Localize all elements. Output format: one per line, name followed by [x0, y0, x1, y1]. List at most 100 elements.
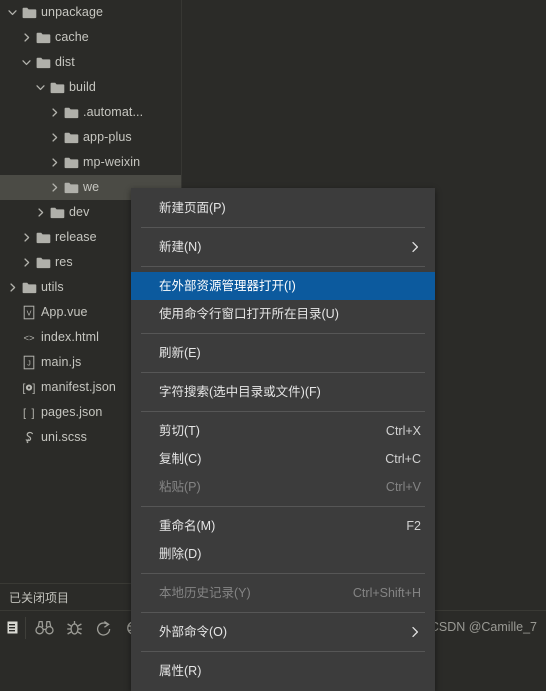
chevron-right-icon[interactable]	[48, 100, 61, 125]
js-file-icon: J	[19, 350, 39, 375]
menu-separator	[141, 411, 425, 412]
menu-item: 本地历史记录(Y) Ctrl+Shift+H	[131, 579, 435, 607]
folder-file-icon	[33, 250, 53, 275]
chevron-right-icon[interactable]	[48, 150, 61, 175]
menu-item-label: 属性(R)	[159, 664, 202, 678]
tree-item-label: uni.scss	[41, 430, 87, 444]
toolbar-divider	[25, 616, 26, 639]
menu-item[interactable]: 在外部资源管理器打开(I)	[131, 272, 435, 300]
tree-item-label: cache	[55, 30, 89, 44]
menu-separator	[141, 227, 425, 228]
chevron-right-icon[interactable]	[6, 275, 19, 300]
menu-separator	[141, 266, 425, 267]
tree-item-label: main.js	[41, 355, 82, 369]
json-file-icon: []	[19, 400, 39, 425]
menu-item-label: 新建页面(P)	[159, 201, 226, 215]
chevron-right-icon[interactable]	[20, 250, 33, 275]
menu-item-label: 使用命令行窗口打开所在目录(U)	[159, 307, 339, 321]
menu-separator	[141, 612, 425, 613]
folder-file-icon	[33, 25, 53, 50]
status-bar-label: 已关闭项目	[9, 590, 70, 605]
chevron-down-icon[interactable]	[6, 0, 19, 25]
tree-item-label: build	[69, 80, 96, 94]
panel-toggle-icon[interactable]	[1, 611, 23, 644]
tree-row[interactable]: unpackage	[0, 0, 181, 25]
menu-item[interactable]: 新建页面(P)	[131, 194, 435, 222]
chevron-right-icon	[409, 626, 421, 638]
svg-text:[: [	[23, 407, 26, 419]
svg-text:J: J	[27, 360, 31, 367]
scss-file-icon	[19, 425, 39, 450]
binoculars-icon[interactable]	[29, 611, 59, 644]
menu-item-label: 剪切(T)	[159, 424, 200, 438]
menu-item[interactable]: 使用命令行窗口打开所在目录(U)	[131, 300, 435, 328]
menu-item[interactable]: 重命名(M) F2	[131, 512, 435, 540]
menu-item-label: 新建(N)	[159, 240, 202, 254]
tree-item-label: mp-weixin	[83, 155, 141, 169]
tree-row[interactable]: build	[0, 75, 181, 100]
menu-item[interactable]: 复制(C) Ctrl+C	[131, 445, 435, 473]
chevron-down-icon[interactable]	[20, 50, 33, 75]
tree-item-label: manifest.json	[41, 380, 116, 394]
tree-item-label: unpackage	[41, 5, 104, 19]
tree-item-label: app-plus	[83, 130, 132, 144]
tree-item-label: index.html	[41, 330, 99, 344]
chevron-right-icon[interactable]	[48, 125, 61, 150]
tree-row[interactable]: app-plus	[0, 125, 181, 150]
menu-item-label: 粘贴(P)	[159, 480, 201, 494]
vue-file-icon: V	[19, 300, 39, 325]
menu-item[interactable]: 字符搜索(选中目录或文件)(F)	[131, 378, 435, 406]
folder-file-icon	[61, 175, 81, 200]
folder-file-icon	[33, 50, 53, 75]
chevron-right-icon[interactable]	[34, 200, 47, 225]
svg-text:]: ]	[32, 382, 35, 394]
bug-icon[interactable]	[59, 611, 89, 644]
menu-item-label: 复制(C)	[159, 452, 202, 466]
menu-item-shortcut: Ctrl+C	[385, 452, 421, 466]
chevron-right-icon[interactable]	[20, 225, 33, 250]
menu-item-label: 字符搜索(选中目录或文件)(F)	[159, 385, 321, 399]
chevron-right-icon[interactable]	[20, 25, 33, 50]
menu-item[interactable]: 剪切(T) Ctrl+X	[131, 417, 435, 445]
menu-item-shortcut: Ctrl+V	[385, 480, 421, 494]
menu-separator	[141, 333, 425, 334]
menu-separator	[141, 651, 425, 652]
menu-item[interactable]: 刷新(E)	[131, 339, 435, 367]
context-menu[interactable]: 新建页面(P) 新建(N) 在外部资源管理器打开(I) 使用命令行窗口打开所在目录(U…	[131, 188, 435, 691]
menu-item-label: 重命名(M)	[159, 519, 216, 533]
menu-item-shortcut: Ctrl+Shift+H	[352, 586, 421, 600]
menu-item[interactable]: 删除(D)	[131, 540, 435, 568]
menu-item-label: 刷新(E)	[159, 346, 201, 360]
menu-item[interactable]: 新建(N)	[131, 233, 435, 261]
folder-file-icon	[47, 200, 67, 225]
tree-row[interactable]: mp-weixin	[0, 150, 181, 175]
tree-item-label: dev	[69, 205, 90, 219]
watermark-label: CSDN @Camille_7	[429, 620, 537, 634]
folder-file-icon	[47, 75, 67, 100]
menu-item-shortcut: F2	[406, 519, 421, 533]
folder-file-icon	[61, 100, 81, 125]
chevron-down-icon[interactable]	[34, 75, 47, 100]
menu-item-label: 在外部资源管理器打开(I)	[159, 279, 296, 293]
menu-item-label: 本地历史记录(Y)	[159, 586, 251, 600]
menu-item[interactable]: 外部命令(O)	[131, 618, 435, 646]
chevron-right-icon[interactable]	[48, 175, 61, 200]
folder-file-icon	[61, 150, 81, 175]
run-icon[interactable]	[89, 611, 119, 644]
tree-item-label: res	[55, 255, 73, 269]
svg-text:[: [	[22, 382, 25, 394]
svg-text:<>: <>	[23, 333, 35, 344]
tree-row[interactable]: cache	[0, 25, 181, 50]
tree-row[interactable]: dist	[0, 50, 181, 75]
menu-item[interactable]: 属性(R)	[131, 657, 435, 685]
svg-text:]: ]	[32, 407, 35, 419]
tree-row[interactable]: .automat...	[0, 100, 181, 125]
tree-item-label: dist	[55, 55, 75, 69]
app-window: unpackage cache dist build .automat... app-pl…	[0, 0, 546, 691]
tree-item-label: App.vue	[41, 305, 88, 319]
